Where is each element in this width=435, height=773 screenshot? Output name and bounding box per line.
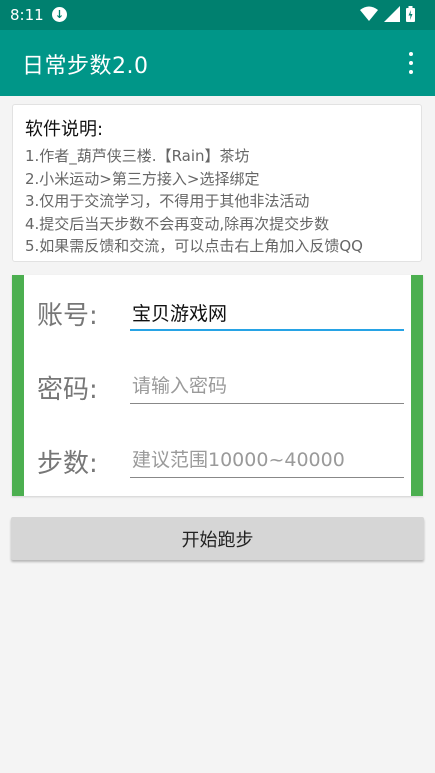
status-time: 8:11: [10, 6, 44, 24]
info-heading: 软件说明:: [25, 119, 104, 140]
steps-input[interactable]: [130, 443, 404, 478]
account-field: 账号:: [37, 295, 404, 335]
start-running-button[interactable]: 开始跑步: [11, 517, 424, 560]
account-label: 账号:: [37, 301, 98, 331]
info-line: 5.如果需反馈和交流，可以点击右上角加入反馈QQ: [25, 237, 363, 255]
signal-icon: [384, 6, 400, 22]
wifi-icon: [360, 6, 378, 21]
app-bar: 日常步数2.0: [0, 30, 435, 96]
login-form-card: 账号: 密码: 步数:: [12, 275, 423, 496]
battery-icon: [406, 6, 415, 22]
info-line: 2.小米运动>第三方接入>选择绑定: [25, 169, 260, 188]
app-title: 日常步数2.0: [22, 54, 149, 79]
steps-label: 步数:: [37, 449, 98, 479]
download-icon: ↓: [52, 7, 67, 22]
system-icons: [360, 6, 415, 22]
info-card: 软件说明: 1.作者_葫芦侠三楼.【Rain】茶坊 2.小米运动>第三方接入>选…: [12, 104, 422, 262]
more-vert-icon[interactable]: [405, 52, 417, 74]
password-input[interactable]: [130, 369, 404, 404]
info-line: 4.提交后当天步数不会再变动,除再次提交步数: [25, 214, 330, 233]
account-input[interactable]: [130, 295, 404, 331]
info-line: 3.仅用于交流学习，不得用于其他非法活动: [25, 192, 310, 210]
status-bar: 8:11 ↓: [0, 0, 435, 30]
steps-field: 步数:: [37, 443, 404, 483]
password-label: 密码:: [37, 375, 98, 405]
password-field: 密码:: [37, 369, 404, 409]
info-line: 1.作者_葫芦侠三楼.【Rain】茶坊: [25, 147, 250, 165]
